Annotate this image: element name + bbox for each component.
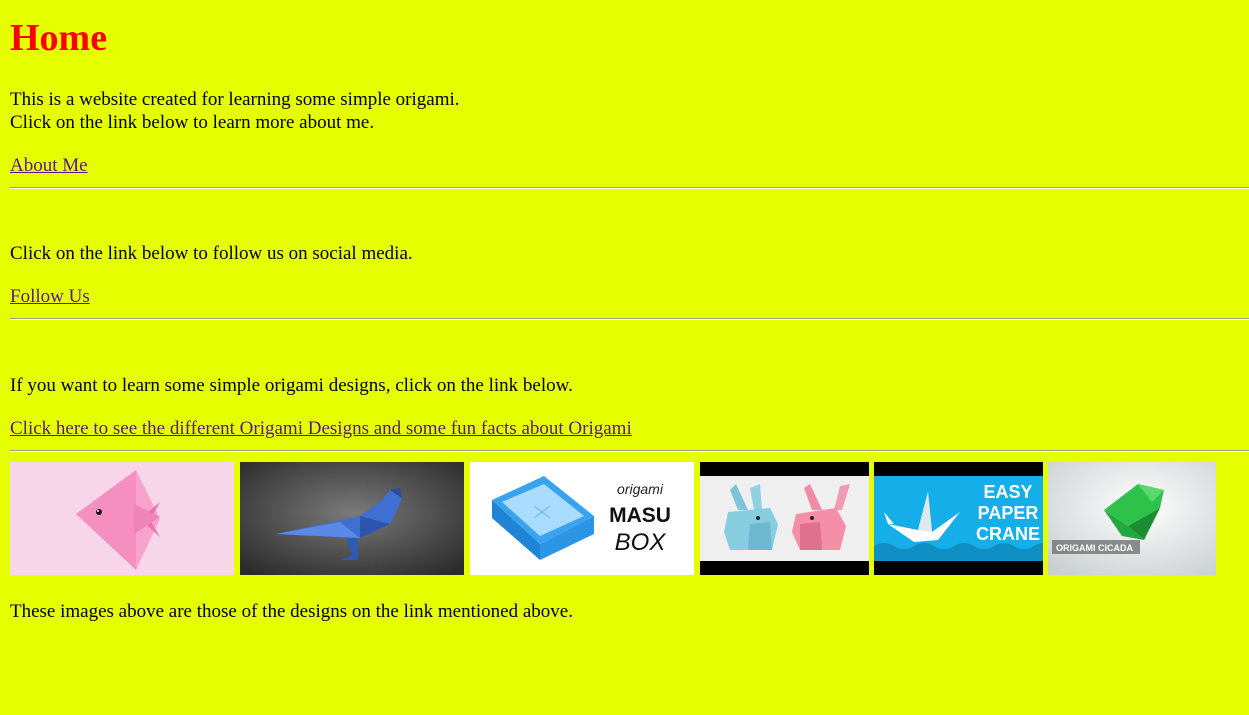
svg-text:CRANE: CRANE	[976, 524, 1040, 544]
svg-text:EASY: EASY	[983, 482, 1032, 502]
divider	[10, 187, 1249, 189]
intro-text-line2: Click on the link below to learn more ab…	[10, 112, 375, 133]
divider	[10, 318, 1249, 320]
designs-text: If you want to learn some simple origami…	[10, 375, 573, 396]
origami-bird-image	[240, 462, 464, 575]
origami-crane-image: EASY PAPER CRANE	[874, 462, 1043, 575]
gallery-caption: These images above are those of the desi…	[10, 601, 573, 622]
social-text: Click on the link below to follow us on …	[10, 243, 413, 264]
origami-designs-link[interactable]: Click here to see the different Origami …	[10, 417, 632, 440]
svg-text:PAPER: PAPER	[978, 503, 1039, 523]
svg-text:ORIGAMI CICADA: ORIGAMI CICADA	[1056, 543, 1133, 553]
svg-text:BOX: BOX	[615, 529, 667, 556]
svg-text:origami: origami	[617, 481, 664, 497]
svg-text:MASU: MASU	[609, 504, 671, 527]
intro-text-line1: This is a website created for learning s…	[10, 89, 460, 110]
origami-cicada-image: ORIGAMI CICADA	[1048, 462, 1216, 575]
page-title: Home	[10, 17, 108, 59]
origami-masu-box-image: origami MASU BOX	[470, 462, 694, 575]
divider	[10, 450, 1249, 452]
page: Home This is a website created for learn…	[0, 0, 1249, 715]
follow-us-link[interactable]: Follow Us	[10, 285, 90, 308]
origami-fish-image	[10, 462, 234, 575]
about-me-link[interactable]: About Me	[10, 154, 88, 177]
origami-rabbits-image	[700, 462, 869, 575]
